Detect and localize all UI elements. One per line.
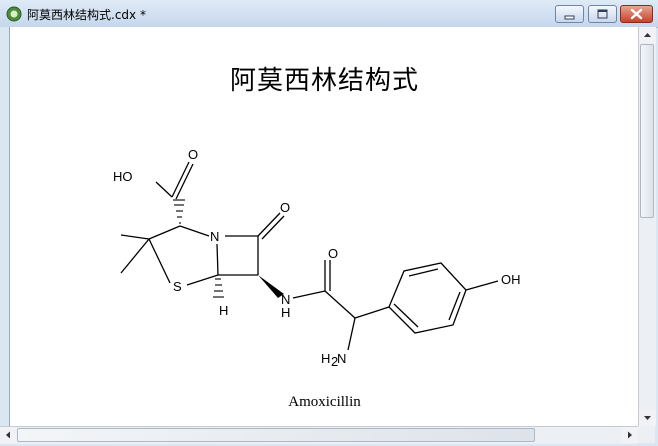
vertical-scroll-thumb[interactable] [640,44,654,218]
horizontal-scroll-thumb[interactable] [17,428,535,442]
hashed-bond-h [213,278,224,298]
hashed-bond-carboxyl [173,199,185,224]
maximize-button[interactable] [588,5,617,23]
atom-h-amide: H [281,305,290,320]
scroll-down-button[interactable] [639,410,656,426]
atom-ho: HO [113,169,133,184]
bond-phenol-oh [465,280,499,291]
scroll-left-button[interactable] [0,427,17,443]
chemdraw-window: 阿莫西林结构式.cdx * 阿莫西林结构式 O HO O N S H N H O… [0,0,658,446]
atom-o-lactam: O [280,200,290,215]
atom-s-ring: S [173,279,182,294]
horizontal-scrollbar[interactable] [0,426,638,444]
arrow-right-icon [628,431,632,439]
arrow-up-icon [644,33,651,37]
minimize-button[interactable] [555,5,584,23]
bond-alpha-phenyl [354,306,390,319]
bond-ring-cc [148,225,181,240]
bond-methyl-1 [120,234,150,240]
scroll-right-button[interactable] [621,427,638,443]
bond-amide-nc [292,290,326,299]
bond-carboxyl-oh [155,181,173,198]
amoxicillin-structure[interactable]: O HO O N S H N H O OH H 2 N [10,27,639,426]
app-icon[interactable] [6,6,22,22]
bond-ring-bridge [216,243,219,276]
bond-amide-alpha [324,290,356,319]
atom-n-ring: N [210,229,219,244]
atom-o-carboxyl: O [188,147,198,162]
vertical-scrollbar[interactable] [638,27,656,426]
atom-oh-phenol: OH [501,272,521,287]
close-icon [630,8,643,20]
bond-alpha-nh2 [347,317,356,351]
title-bar[interactable]: 阿莫西林结构式.cdx * [0,0,658,28]
benzene-ring [388,262,467,334]
document-canvas[interactable]: 阿莫西林结构式 O HO O N S H N H O OH H 2 N Amox… [9,27,639,426]
bond-ring-cn [179,225,210,237]
bond-carboxyl-c [171,161,190,198]
atom-o-amide: O [328,246,338,261]
structure-caption: Amoxicillin [288,394,361,410]
scroll-up-button[interactable] [639,27,656,43]
benzene-double-1 [408,268,439,277]
bond-carboxyl-c2 [175,163,194,200]
atom-h2n-n: N [337,351,346,366]
maximize-icon [597,9,608,19]
benzene-double-2 [448,291,461,321]
window-title: 阿莫西林结构式.cdx * [27,8,146,22]
arrow-down-icon [644,416,651,420]
left-border [0,27,9,426]
scrollbar-corner [638,426,655,443]
atom-h2n-h: H [321,351,330,366]
bond-ring-cs [148,238,171,284]
arrow-left-icon [6,431,10,439]
bond-methyl-2 [120,238,150,274]
bond-ring-sc [186,274,219,286]
minimize-icon [564,15,575,20]
close-button[interactable] [620,5,653,23]
atom-h-bridge: H [219,303,228,318]
